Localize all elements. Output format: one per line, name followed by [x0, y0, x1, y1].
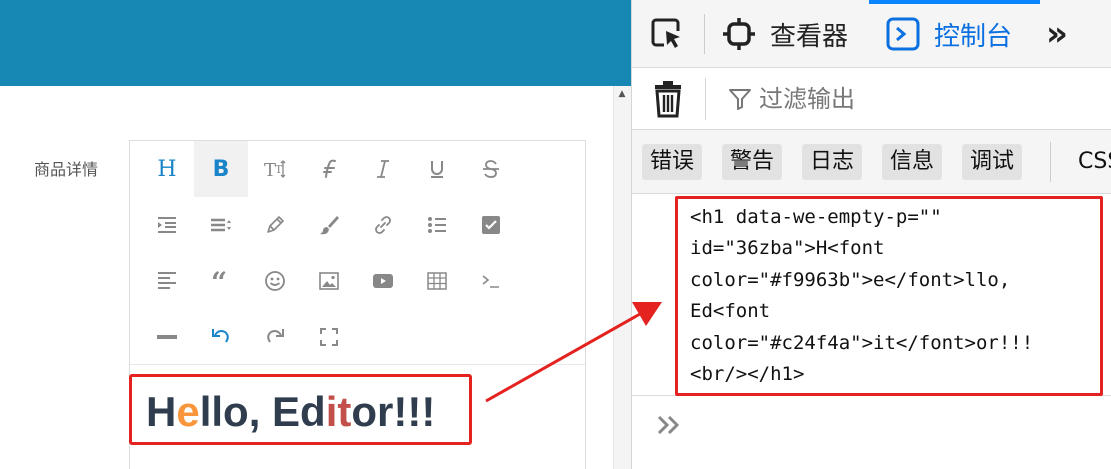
line-height-button[interactable]: [194, 197, 248, 253]
quote-button[interactable]: “: [194, 253, 248, 309]
console-output: <h1 data-we-empty-p="" id="36zba">H<font c…: [632, 194, 1111, 396]
annotation-box-editor: [129, 374, 472, 445]
web-page: ▲ 商品详情 H B TT “ Hello, Editor!!!: [0, 0, 631, 469]
redo-icon: [267, 329, 284, 343]
code-icon: [482, 275, 499, 288]
field-label: 商品详情: [34, 160, 99, 179]
filter-output-input[interactable]: [759, 82, 1089, 116]
level-error-button[interactable]: 错误: [642, 144, 703, 180]
levels-separator: [1050, 142, 1051, 182]
devtools-tab-bar: 查看器 控制台 »: [632, 0, 1111, 68]
tab-separator: [704, 14, 705, 54]
undo-button[interactable]: [194, 309, 248, 365]
fullscreen-icon: [320, 328, 338, 346]
filter-separator: [705, 78, 706, 120]
element-picker-icon: [651, 18, 680, 48]
font-name-button[interactable]: [302, 141, 356, 197]
video-button[interactable]: [356, 253, 410, 309]
underline-button[interactable]: [410, 141, 464, 197]
link-icon: [375, 216, 391, 234]
trash-icon[interactable]: [652, 80, 684, 118]
bold-button[interactable]: B: [194, 141, 248, 197]
page-header-bar: [0, 0, 631, 86]
todo-icon: [482, 216, 500, 234]
strikethrough-button[interactable]: [464, 141, 518, 197]
font-size-button[interactable]: TT: [248, 141, 302, 197]
splitline-button[interactable]: [140, 309, 194, 365]
level-css-button[interactable]: CSS: [1078, 144, 1111, 180]
console-icon: [886, 17, 920, 51]
level-info-button[interactable]: 信息: [882, 144, 943, 180]
emoticon-button[interactable]: [248, 253, 302, 309]
scroll-up-arrow-icon[interactable]: ▲: [616, 89, 628, 99]
italic-icon: [377, 160, 389, 178]
console-filter-bar: [632, 68, 1111, 130]
page-scrollbar[interactable]: [613, 86, 631, 469]
tab-console[interactable]: 控制台: [886, 0, 1012, 68]
fore-color-button[interactable]: [248, 197, 302, 253]
devtools-panel: 查看器 控制台 » 错误 警告 日志 信息 调试 CSS <h1 data-we…: [631, 0, 1111, 469]
image-icon: [319, 272, 339, 290]
indent-icon: [158, 217, 176, 233]
heading-button[interactable]: H: [140, 141, 194, 197]
tab-console-label: 控制台: [934, 21, 1013, 52]
line-height-icon: [211, 218, 231, 232]
tab-inspector[interactable]: 查看器: [722, 0, 848, 68]
filter-icon: [729, 89, 751, 110]
link-button[interactable]: [356, 197, 410, 253]
element-picker-button[interactable]: [650, 0, 698, 68]
fore-color-icon: [267, 216, 284, 233]
more-tabs-button[interactable]: »: [1046, 0, 1068, 68]
fullscreen-button[interactable]: [302, 309, 356, 365]
font-size-icon: TT: [264, 160, 286, 180]
heading-icon: H: [157, 156, 177, 182]
table-icon: [427, 272, 447, 290]
video-icon: [373, 274, 393, 288]
code-button[interactable]: [464, 253, 518, 309]
todo-button[interactable]: [464, 197, 518, 253]
console-prompt-icon: [657, 415, 680, 435]
editor-toolbar: H B TT “: [130, 141, 585, 365]
level-debug-button[interactable]: 调试: [962, 144, 1023, 180]
justify-button[interactable]: [140, 253, 194, 309]
table-button[interactable]: [410, 253, 464, 309]
image-button[interactable]: [302, 253, 356, 309]
back-color-icon: [320, 216, 339, 235]
font-name-icon: [323, 159, 336, 178]
redo-button[interactable]: [248, 309, 302, 365]
list-icon: [428, 217, 446, 233]
svg-text:T: T: [275, 163, 283, 176]
level-log-button[interactable]: 日志: [802, 144, 863, 180]
justify-icon: [158, 272, 176, 289]
strikethrough-icon: [483, 160, 499, 178]
undo-icon: [212, 329, 229, 343]
indent-button[interactable]: [140, 197, 194, 253]
splitline-icon: [157, 335, 177, 339]
annotation-box-output: [675, 196, 1103, 396]
italic-button[interactable]: [356, 141, 410, 197]
svg-text:“: “: [211, 270, 227, 292]
bold-icon: B: [212, 156, 230, 182]
level-warning-button[interactable]: 警告: [722, 144, 783, 180]
inspector-icon: [723, 18, 755, 50]
back-color-button[interactable]: [302, 197, 356, 253]
tab-inspector-label: 查看器: [770, 21, 849, 52]
log-level-bar: 错误 警告 日志 信息 调试 CSS: [632, 130, 1111, 194]
quote-icon: “: [211, 270, 227, 292]
underline-icon: [431, 161, 443, 178]
list-button[interactable]: [410, 197, 464, 253]
emoticon-icon: [265, 271, 285, 291]
console-input-row[interactable]: [632, 397, 1111, 469]
chevron-double-right-icon: »: [1046, 14, 1068, 54]
